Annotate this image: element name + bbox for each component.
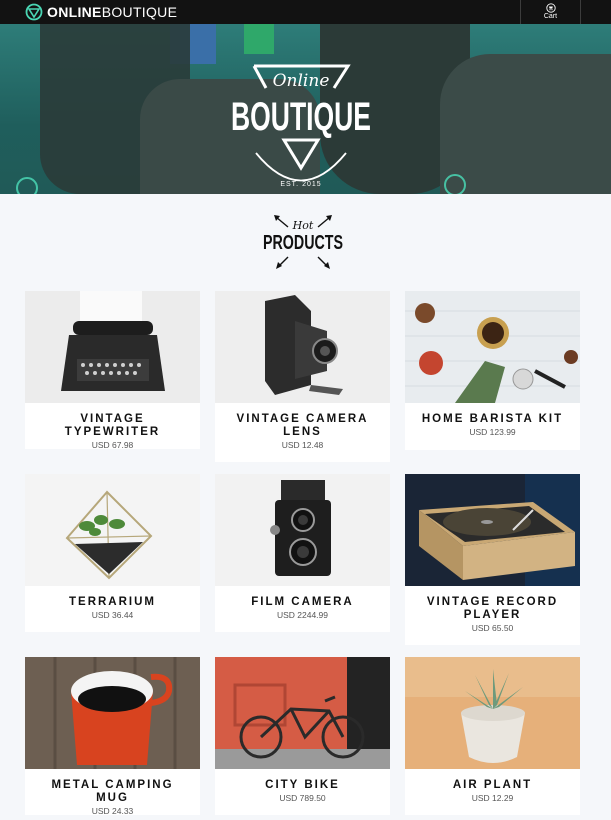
product-price: USD 24.33 xyxy=(91,806,134,816)
product-card[interactable]: FILM CAMERA USD 2244.99 xyxy=(215,474,390,632)
hero-boutique-logo: Online BOUTIQUE EST. 2015 xyxy=(231,64,371,188)
hero-bg-shape xyxy=(440,54,611,194)
logo-wordmark: ONLINEBOUTIQUE xyxy=(47,2,177,22)
product-card[interactable]: VINTAGE RECORD PLAYER USD 65.50 xyxy=(405,474,580,645)
terrarium-image xyxy=(25,474,200,586)
product-card[interactable]: VINTAGE TYPEWRITER USD 67.98 xyxy=(25,291,200,450)
product-price: USD 123.99 xyxy=(469,427,516,437)
product-name[interactable]: VINTAGE RECORD PLAYER xyxy=(405,596,580,622)
hero-script-text: Online xyxy=(273,71,330,91)
product-card[interactable]: HOME BARISTA KIT USD 123.99 xyxy=(405,291,580,450)
product-card[interactable]: VINTAGE CAMERA LENS USD 12.48 xyxy=(215,291,390,462)
product-image xyxy=(25,474,200,586)
product-price: USD 12.29 xyxy=(471,793,514,803)
film-camera-image xyxy=(215,474,390,586)
product-image xyxy=(25,291,200,403)
hero-banner: Online BOUTIQUE EST. 2015 xyxy=(0,24,611,194)
cart-label: Cart xyxy=(543,13,558,20)
camera-lens-image xyxy=(215,291,390,403)
power-icon xyxy=(16,177,38,194)
product-name[interactable]: CITY BIKE xyxy=(215,779,390,792)
product-card[interactable]: TERRARIUM USD 36.44 xyxy=(25,474,200,632)
product-image xyxy=(215,291,390,403)
camping-mug-image xyxy=(25,657,200,769)
cart-button[interactable]: Cart xyxy=(520,0,581,24)
product-price: USD 67.98 xyxy=(91,440,134,450)
product-card[interactable]: METAL CAMPING MUG USD 24.33 xyxy=(25,657,200,816)
site-logo[interactable]: ONLINEBOUTIQUE xyxy=(25,2,177,22)
hot-products-badge: Hot PRODUCTS xyxy=(263,215,343,269)
product-card[interactable]: AIR PLANT USD 12.29 xyxy=(405,657,580,815)
product-name[interactable]: FILM CAMERA xyxy=(215,596,390,609)
product-name[interactable]: AIR PLANT xyxy=(405,779,580,792)
product-name[interactable]: TERRARIUM xyxy=(25,596,200,609)
top-header: ONLINEBOUTIQUE Cart xyxy=(0,0,611,24)
hero-est-text: EST. 2015 xyxy=(280,181,321,188)
product-price: USD 65.50 xyxy=(471,623,514,633)
product-name[interactable]: METAL CAMPING MUG xyxy=(25,779,200,805)
product-price: USD 789.50 xyxy=(279,793,326,803)
product-price: USD 12.48 xyxy=(281,440,324,450)
barista-kit-image xyxy=(405,291,580,403)
product-image xyxy=(215,657,390,769)
hot-text: Hot xyxy=(292,219,314,232)
product-image xyxy=(405,657,580,769)
logo-bold-text: ONLINE xyxy=(47,4,102,20)
product-card[interactable]: CITY BIKE USD 789.50 xyxy=(215,657,390,815)
product-price: USD 36.44 xyxy=(91,610,134,620)
logo-icon xyxy=(25,3,43,21)
hero-bg-shape xyxy=(244,24,274,54)
hero-main-text: BOUTIQUE xyxy=(231,95,371,139)
product-name[interactable]: HOME BARISTA KIT xyxy=(405,413,580,426)
city-bike-image xyxy=(215,657,390,769)
typewriter-image xyxy=(25,291,200,403)
product-image xyxy=(405,474,580,586)
logo-light-text: BOUTIQUE xyxy=(101,4,178,20)
record-player-image xyxy=(405,474,580,586)
product-image xyxy=(215,474,390,586)
air-plant-image xyxy=(405,657,580,769)
cart-icon xyxy=(545,3,556,13)
product-image xyxy=(25,657,200,769)
product-name[interactable]: VINTAGE TYPEWRITER xyxy=(25,413,200,439)
product-price: USD 2244.99 xyxy=(276,610,329,620)
products-text: PRODUCTS xyxy=(263,232,343,254)
product-image xyxy=(405,291,580,403)
power-icon xyxy=(444,174,466,194)
product-name[interactable]: VINTAGE CAMERA LENS xyxy=(215,413,390,439)
